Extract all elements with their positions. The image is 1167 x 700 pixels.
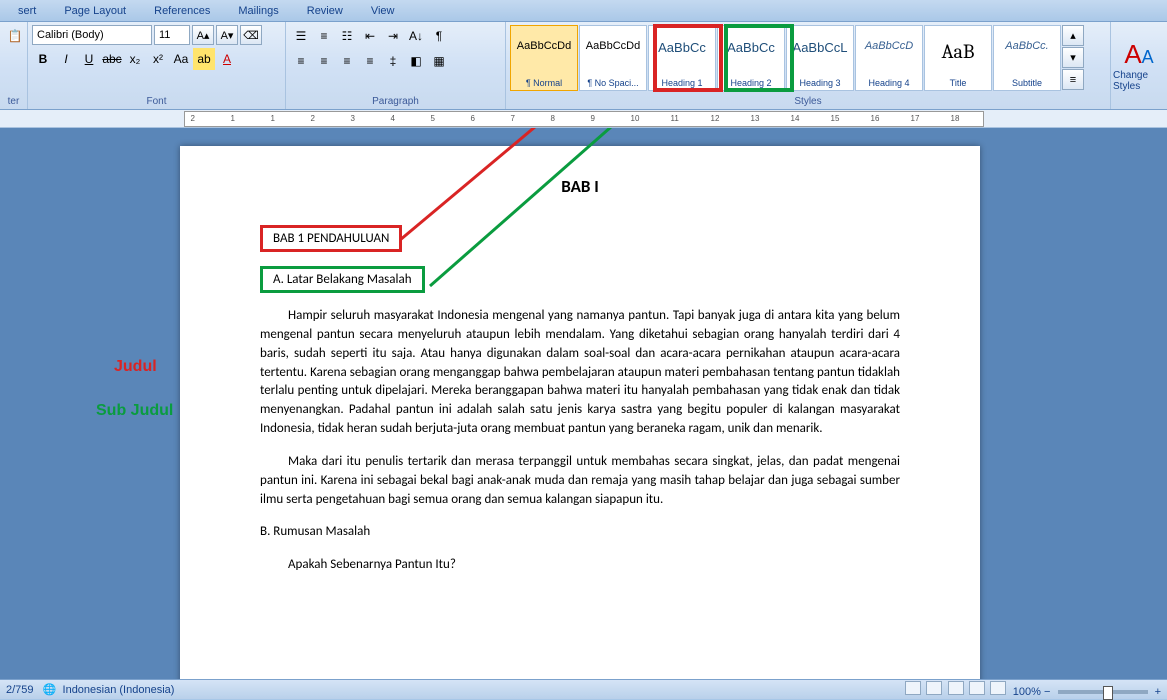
view-draft[interactable] [990,681,1006,695]
underline-button[interactable]: U [78,48,100,70]
style-heading-4[interactable]: AaBbCcDHeading 4 [855,25,923,91]
annotation-subjudul: Sub Judul [96,402,173,420]
zoom-in-button[interactable]: + [1155,686,1161,698]
subjudul-box: A. Latar Belakang Masalah [260,266,425,293]
ruler[interactable]: 21123456789101112131415161718 [184,111,984,127]
style-subtitle[interactable]: AaBbCc.Subtitle [993,25,1061,91]
borders-button[interactable]: ▦ [428,50,450,72]
tab-view[interactable]: View [357,0,409,22]
indent-button[interactable]: ⇥ [382,25,404,47]
style-title[interactable]: AaBTitle [924,25,992,91]
view-full-screen[interactable] [926,681,942,695]
language-indicator[interactable]: Indonesian (Indonesia) [63,684,175,696]
superscript-button[interactable]: x² [147,48,169,70]
styles-more[interactable]: ≡ [1062,69,1084,90]
styles-down[interactable]: ▾ [1062,47,1084,68]
status-bar: 2/759 🌐 Indonesian (Indonesia) 100% − + [0,679,1167,699]
font-label: Font [32,94,281,107]
font-name-combo[interactable] [32,25,152,45]
change-case-button[interactable]: Aa [170,48,192,70]
paragraph-group: ☰ ≡ ☷ ⇤ ⇥ A↓ ¶ ≡ ≡ ≡ ≡ ‡ ◧ ▦ Paragraph [286,22,506,109]
line-spacing-button[interactable]: ‡ [382,50,404,72]
align-left-button[interactable]: ≡ [290,50,312,72]
highlight-button[interactable]: ab [193,48,215,70]
align-center-button[interactable]: ≡ [313,50,335,72]
italic-button[interactable]: I [55,48,77,70]
clear-format-button[interactable]: ⌫ [240,25,262,45]
style--no-spaci-[interactable]: AaBbCcDd¶ No Spaci... [579,25,647,91]
zoom-out-button[interactable]: − [1044,686,1050,698]
paste-button[interactable]: 📋 [4,25,26,47]
sort-button[interactable]: A↓ [405,25,427,47]
view-web-layout[interactable] [948,681,964,695]
justify-button[interactable]: ≡ [359,50,381,72]
paragraph-4: Apakah Sebenarnya Pantun Itu? [260,556,900,575]
page-indicator[interactable]: 2/759 [6,684,34,696]
strike-button[interactable]: abc [101,48,123,70]
document-area: Judul Sub Judul BAB I BAB 1 PENDAHULUAN … [0,128,1167,679]
styles-label: Styles [510,94,1106,107]
page[interactable]: BAB I BAB 1 PENDAHULUAN A. Latar Belakan… [180,146,980,679]
horizontal-ruler-bar: 21123456789101112131415161718 [0,110,1167,128]
styles-up[interactable]: ▴ [1062,25,1084,46]
grow-font-button[interactable]: A▴ [192,25,214,45]
tab-review[interactable]: Review [293,0,357,22]
font-color-button[interactable]: A [216,48,238,70]
paragraph-3: B. Rumusan Masalah [260,523,900,542]
tab-bar: sert Page Layout References Mailings Rev… [0,0,1167,22]
bold-button[interactable]: B [32,48,54,70]
bullets-button[interactable]: ☰ [290,25,312,47]
zoom-level[interactable]: 100% [1013,686,1041,698]
heading1-highlight [653,24,723,92]
style-heading-3[interactable]: AaBbCcLHeading 3 [786,25,854,91]
numbering-button[interactable]: ≡ [313,25,335,47]
change-styles-icon: AA [1124,39,1153,70]
doc-heading: BAB I [260,176,900,197]
clipboard-label: ter [4,94,23,107]
judul-box: BAB 1 PENDAHULUAN [260,225,402,252]
font-group: A▴ A▾ ⌫ B I U abc x₂ x² Aa ab A Font [28,22,286,109]
tab-mailings[interactable]: Mailings [224,0,292,22]
outdent-button[interactable]: ⇤ [359,25,381,47]
tab-insert[interactable]: sert [4,0,50,22]
annotation-judul: Judul [114,358,157,376]
view-outline[interactable] [969,681,985,695]
font-size-combo[interactable] [154,25,190,45]
align-right-button[interactable]: ≡ [336,50,358,72]
ribbon: 📋 ter A▴ A▾ ⌫ B I U abc x₂ x² Aa ab A [0,22,1167,110]
change-styles-button[interactable]: AA Change Styles [1111,22,1167,109]
shading-button[interactable]: ◧ [405,50,427,72]
tab-pagelayout[interactable]: Page Layout [50,0,140,22]
tab-references[interactable]: References [140,0,224,22]
show-marks-button[interactable]: ¶ [428,25,450,47]
paragraph-label: Paragraph [290,94,501,107]
paragraph-1: Hampir seluruh masyarakat Indonesia meng… [260,307,900,439]
styles-group: AaBbCcDd¶ NormalAaBbCcDd¶ No Spaci... AaB… [506,22,1111,109]
clipboard-group: 📋 ter [0,22,28,109]
heading2-highlight [724,24,794,92]
shrink-font-button[interactable]: A▾ [216,25,238,45]
zoom-slider[interactable] [1058,690,1148,694]
multilevel-button[interactable]: ☷ [336,25,358,47]
style--normal[interactable]: AaBbCcDd¶ Normal [510,25,578,91]
view-print-layout[interactable] [905,681,921,695]
subscript-button[interactable]: x₂ [124,48,146,70]
view-buttons [904,686,1009,698]
paragraph-2: Maka dari itu penulis tertarik dan meras… [260,453,900,510]
